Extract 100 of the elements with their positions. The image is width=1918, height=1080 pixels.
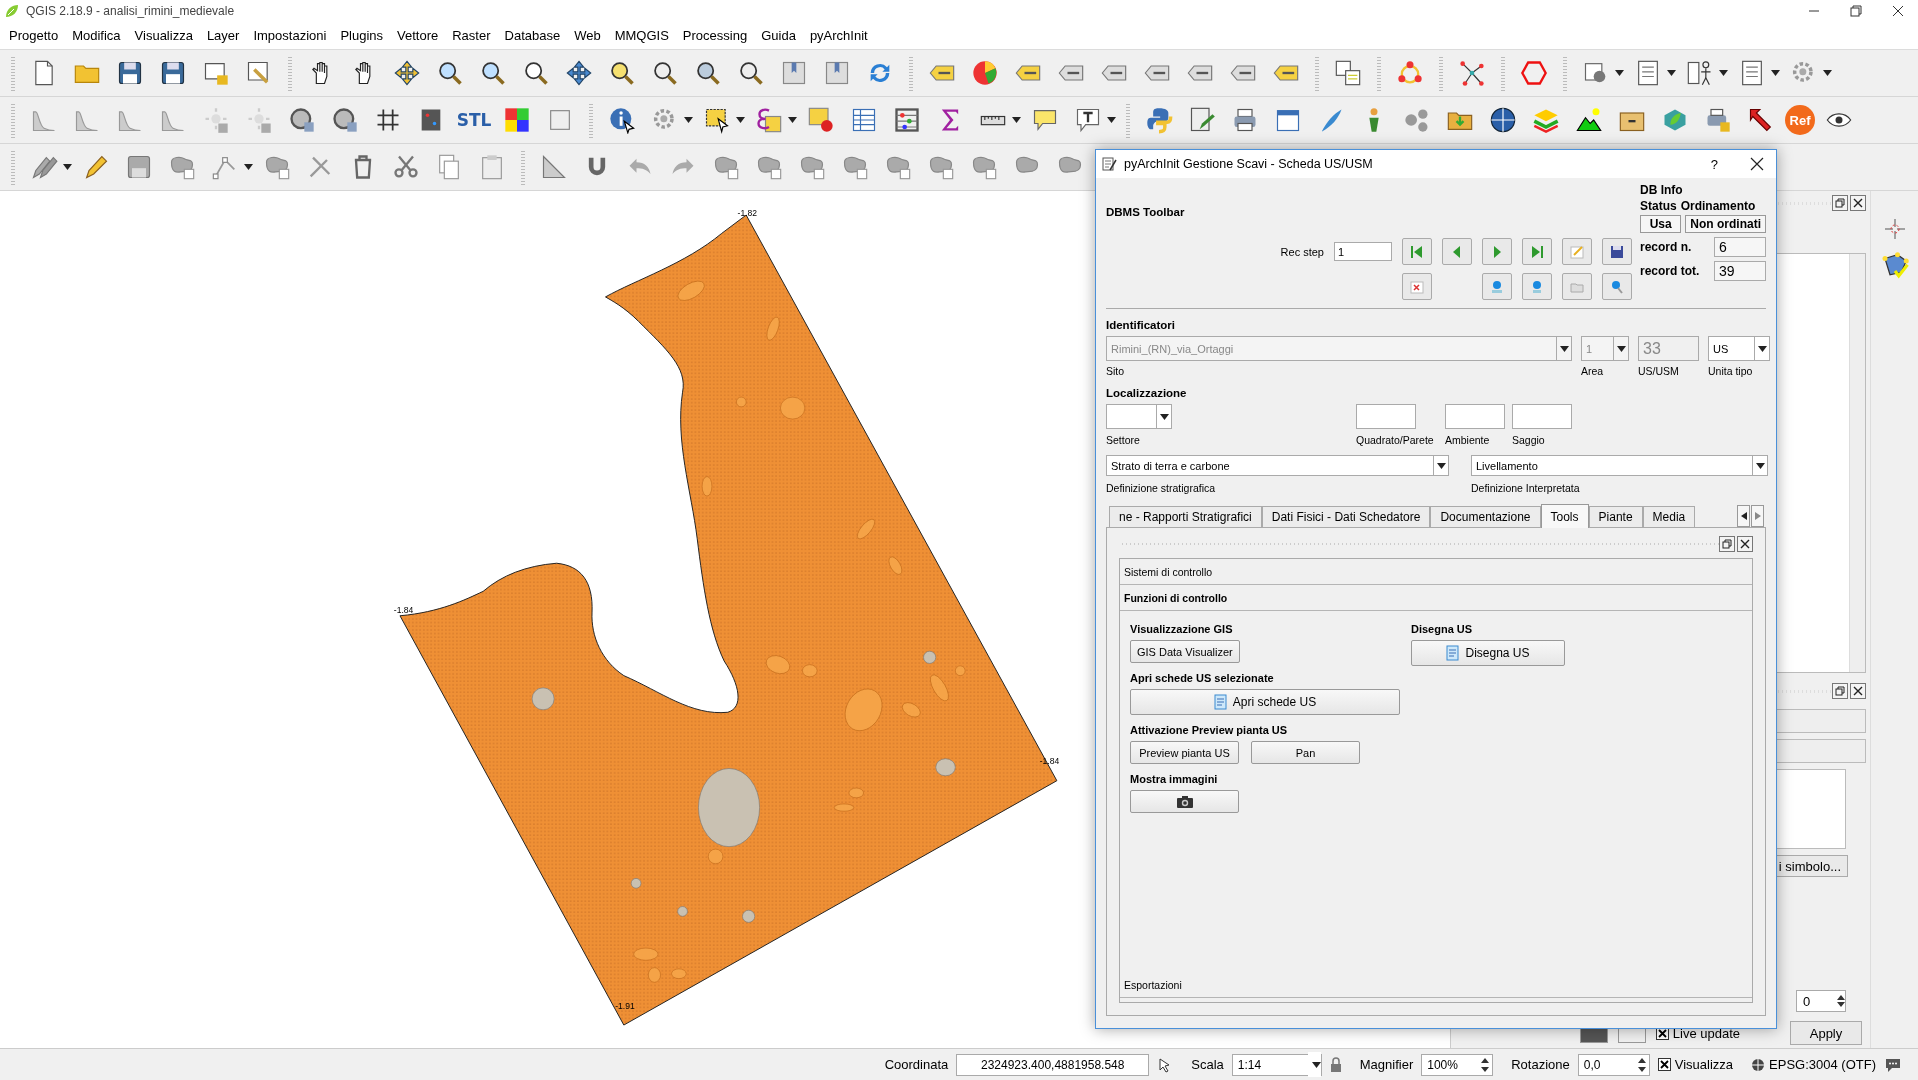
go-icon[interactable]	[1522, 273, 1552, 300]
record-field[interactable]: 39	[1714, 261, 1766, 281]
caret-icon[interactable]	[244, 164, 253, 170]
caret-icon[interactable]	[788, 117, 797, 123]
last-record-icon[interactable]	[1522, 238, 1552, 265]
tab[interactable]: Dati Fisici - Dati Schedatore	[1261, 506, 1431, 527]
float-icon[interactable]	[1832, 683, 1848, 699]
apply-button[interactable]: Apply	[1790, 1021, 1862, 1045]
toolbox-page-header[interactable]: Sistemi di controllo	[1120, 559, 1752, 585]
field-label: Settore	[1106, 434, 1140, 446]
toolbox-page-header[interactable]: Funzioni di controllo	[1120, 585, 1752, 611]
magnifier-spinbox[interactable]: 100%	[1421, 1053, 1494, 1076]
close-icon[interactable]	[1850, 683, 1866, 699]
menu-item[interactable]: Visualizza	[127, 28, 200, 43]
scroll-left-icon[interactable]	[1737, 505, 1750, 527]
spin-arrows-icon[interactable]	[1837, 994, 1845, 1008]
caret-icon[interactable]	[1012, 117, 1021, 123]
button[interactable]: GIS Data Visualizer	[1130, 640, 1240, 663]
rec-step-field[interactable]: 1	[1334, 242, 1392, 261]
input-field[interactable]	[1445, 404, 1505, 429]
elevation-label: -1.84	[393, 605, 414, 616]
spin-box[interactable]: 0	[1796, 990, 1846, 1012]
field-label: US/USM	[1638, 365, 1680, 377]
menu-item[interactable]: Progetto	[2, 28, 66, 43]
button[interactable]: Disegna US	[1411, 640, 1565, 666]
next-record-icon[interactable]	[1482, 238, 1512, 265]
crosshair-icon[interactable]	[1882, 217, 1907, 241]
checkmark-icon	[1657, 1028, 1667, 1038]
polygon-check-icon[interactable]	[1879, 251, 1910, 281]
menu-item[interactable]: Processing	[675, 28, 755, 43]
form-pen-icon	[1102, 156, 1118, 172]
button[interactable]: Apri schede US	[1130, 689, 1400, 715]
document-icon	[1213, 694, 1228, 710]
toolbar-button[interactable]: STL	[455, 101, 493, 139]
float-icon[interactable]	[1832, 195, 1848, 211]
close-icon[interactable]	[1750, 157, 1764, 171]
caret-icon[interactable]	[736, 117, 745, 123]
caret-icon[interactable]	[1719, 70, 1728, 76]
tab[interactable]: Documentazione	[1430, 506, 1541, 527]
caret-icon[interactable]	[63, 164, 72, 170]
menu-item[interactable]: pyArchInit	[802, 28, 875, 43]
caret-icon[interactable]	[1823, 70, 1832, 76]
menu-item[interactable]: Modifica	[65, 28, 128, 43]
caret-icon[interactable]	[1615, 70, 1624, 76]
close-icon[interactable]	[1737, 536, 1753, 552]
checkbox[interactable]	[1657, 1058, 1671, 1071]
menu-item[interactable]: Web	[567, 28, 608, 43]
record-field[interactable]: 6	[1714, 237, 1766, 257]
caret-icon	[1311, 1061, 1321, 1068]
previous-record-icon[interactable]	[1442, 238, 1472, 265]
menu-item[interactable]: Layer	[199, 28, 247, 43]
tab[interactable]: Media	[1642, 506, 1696, 527]
group-title: Attivazione Preview pianta US	[1130, 724, 1289, 736]
close-icon[interactable]	[1892, 5, 1904, 17]
input-field[interactable]	[1356, 404, 1416, 429]
caret-icon	[1755, 462, 1765, 469]
menu-item[interactable]: Raster	[445, 28, 498, 43]
caret-icon[interactable]	[1667, 70, 1676, 76]
magnifier-label: Magnifier	[1359, 1057, 1414, 1072]
tab[interactable]: Tools	[1540, 504, 1589, 528]
group-title: Mostra immagini	[1130, 773, 1219, 785]
menu-item[interactable]: Guida	[754, 28, 803, 43]
checkmark-icon	[1659, 1060, 1669, 1069]
restore-icon[interactable]	[1850, 5, 1862, 17]
menu-item[interactable]: Plugins	[333, 28, 391, 43]
dialog-title: pyArchInit Gestione Scavi - Scheda US/USM	[1124, 157, 1373, 171]
first-record-icon[interactable]	[1402, 238, 1432, 265]
scale-dropdown[interactable]: 1:14	[1231, 1053, 1322, 1076]
menu-item[interactable]: Database	[497, 28, 568, 43]
dropdown[interactable]: Strato di terra e carbone	[1106, 455, 1449, 476]
rotation-spinbox[interactable]: 0,0	[1577, 1053, 1650, 1076]
lock-icon[interactable]	[1329, 1056, 1342, 1073]
dropdown[interactable]: US	[1708, 336, 1770, 361]
messages-icon[interactable]	[1884, 1056, 1902, 1073]
coordinate-field[interactable]: 2324923.400,4881958.548	[956, 1053, 1150, 1076]
close-icon[interactable]	[1850, 195, 1866, 211]
menu-item[interactable]: Impostazioni	[246, 28, 334, 43]
window-title: QGIS 2.18.9 - analisi_rimini_medievale	[26, 4, 235, 18]
caret-icon[interactable]	[1107, 117, 1116, 123]
button[interactable]: Preview pianta US	[1130, 741, 1239, 764]
tab[interactable]: ne - Rapporti Stratigrafici	[1109, 506, 1262, 527]
dropdown[interactable]: Livellamento	[1471, 455, 1768, 476]
scrollbar[interactable]	[1849, 254, 1865, 672]
help-button[interactable]: ?	[1710, 156, 1718, 172]
search-icon[interactable]	[1602, 273, 1632, 300]
save-icon[interactable]	[1602, 238, 1632, 265]
crs-button[interactable]: EPSG:3004 (OTF)	[1751, 1057, 1876, 1072]
caret-icon[interactable]	[684, 117, 693, 123]
caret-icon[interactable]	[1771, 70, 1780, 76]
toolbox-page-header[interactable]: Esportazioni	[1120, 972, 1752, 998]
menu-item[interactable]: Vettore	[390, 28, 446, 43]
section-title: Localizzazione	[1106, 387, 1188, 399]
camera-button[interactable]	[1130, 790, 1239, 813]
menu-item[interactable]: MMQGIS	[607, 28, 676, 43]
new-record-icon[interactable]	[1482, 273, 1512, 300]
input-field[interactable]	[1512, 404, 1572, 429]
button[interactable]: Pan	[1251, 741, 1360, 764]
field-label: Sito	[1106, 365, 1126, 377]
float-icon[interactable]	[1719, 536, 1735, 552]
tab[interactable]: Piante	[1588, 506, 1643, 527]
